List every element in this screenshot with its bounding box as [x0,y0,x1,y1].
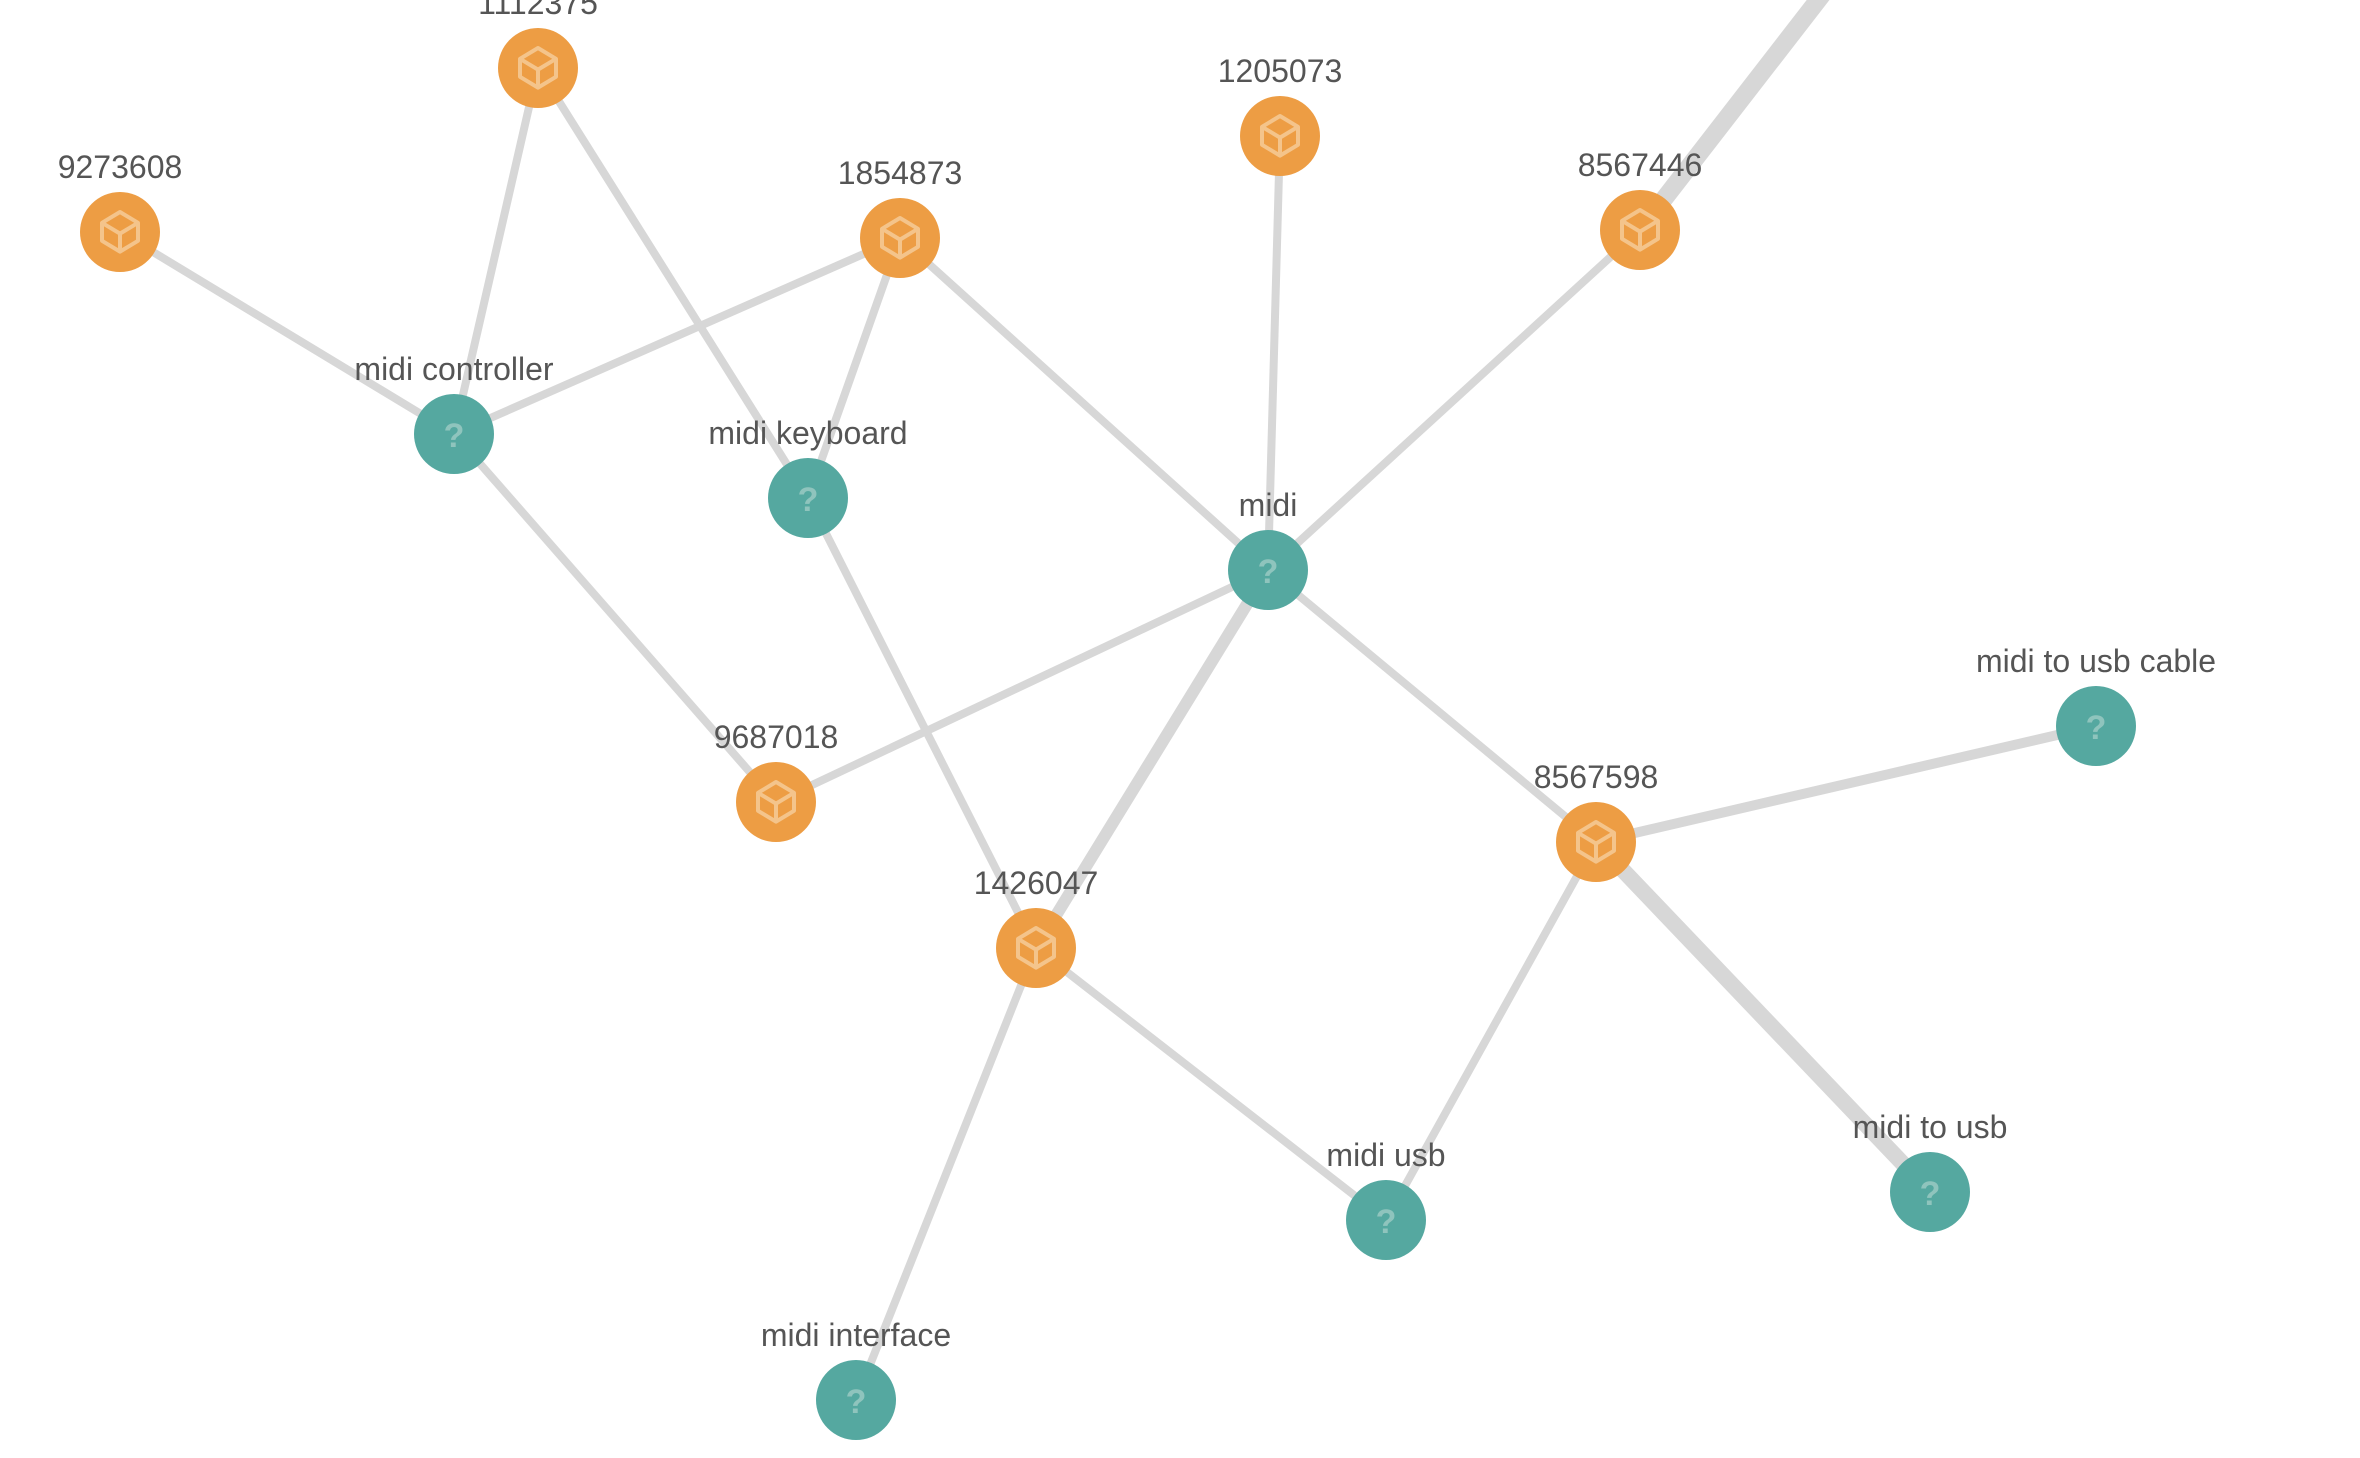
graph-edge [454,238,900,434]
node-label: 9687018 [714,719,839,755]
node-label: 1426047 [974,865,1099,901]
graph-node[interactable]: ? midi controller [354,351,554,474]
node-label: 8567446 [1578,147,1703,183]
question-icon: ? [2086,709,2107,747]
node-label: midi [1239,487,1298,523]
node-label: midi keyboard [708,415,907,451]
edges-layer [120,0,2096,1400]
node-label: 8567598 [1534,759,1659,795]
node-label: 9273608 [58,149,183,185]
graph-edge [1268,230,1640,570]
graph-node[interactable]: 1426047 [974,865,1099,988]
node-label: midi usb [1326,1137,1445,1173]
graph-node[interactable]: ? midi usb [1326,1137,1445,1260]
graph-node[interactable]: 1112375 [478,0,598,108]
graph-edge [1268,570,1596,842]
graph-edge [900,238,1268,570]
graph-canvas[interactable]: 1112375 9273608 1854873 1205073 8567446? midi… [0,0,2360,1458]
question-icon: ? [1258,553,1279,591]
graph-node[interactable]: ? midi to usb [1853,1109,2008,1232]
nodes-layer: 1112375 9273608 1854873 1205073 8567446? midi… [58,0,2216,1440]
node-label: 1205073 [1218,53,1343,89]
graph-edge [1036,948,1386,1220]
graph-node[interactable]: 9273608 [58,149,183,272]
question-icon: ? [444,417,465,455]
graph-node[interactable]: 1205073 [1218,53,1343,176]
question-icon: ? [1920,1175,1941,1213]
graph-node[interactable]: ? midi interface [761,1317,951,1440]
graph-edge [120,232,454,434]
graph-edge [1596,726,2096,842]
graph-node[interactable]: 8567446 [1578,147,1703,270]
graph-edge [808,238,900,498]
graph-node[interactable]: 8567598 [1534,759,1659,882]
graph-node[interactable]: ? midi keyboard [708,415,907,538]
graph-edge [1640,0,1880,230]
question-icon: ? [1376,1203,1397,1241]
node-label: 1854873 [838,155,963,191]
node-label: midi controller [354,351,554,387]
node-label: midi interface [761,1317,951,1353]
node-label: midi to usb cable [1976,643,2216,679]
node-label: midi to usb [1853,1109,2008,1145]
question-icon: ? [846,1383,867,1421]
question-icon: ? [798,481,819,519]
node-label: 1112375 [478,0,598,21]
graph-node[interactable]: ? midi [1228,487,1308,610]
